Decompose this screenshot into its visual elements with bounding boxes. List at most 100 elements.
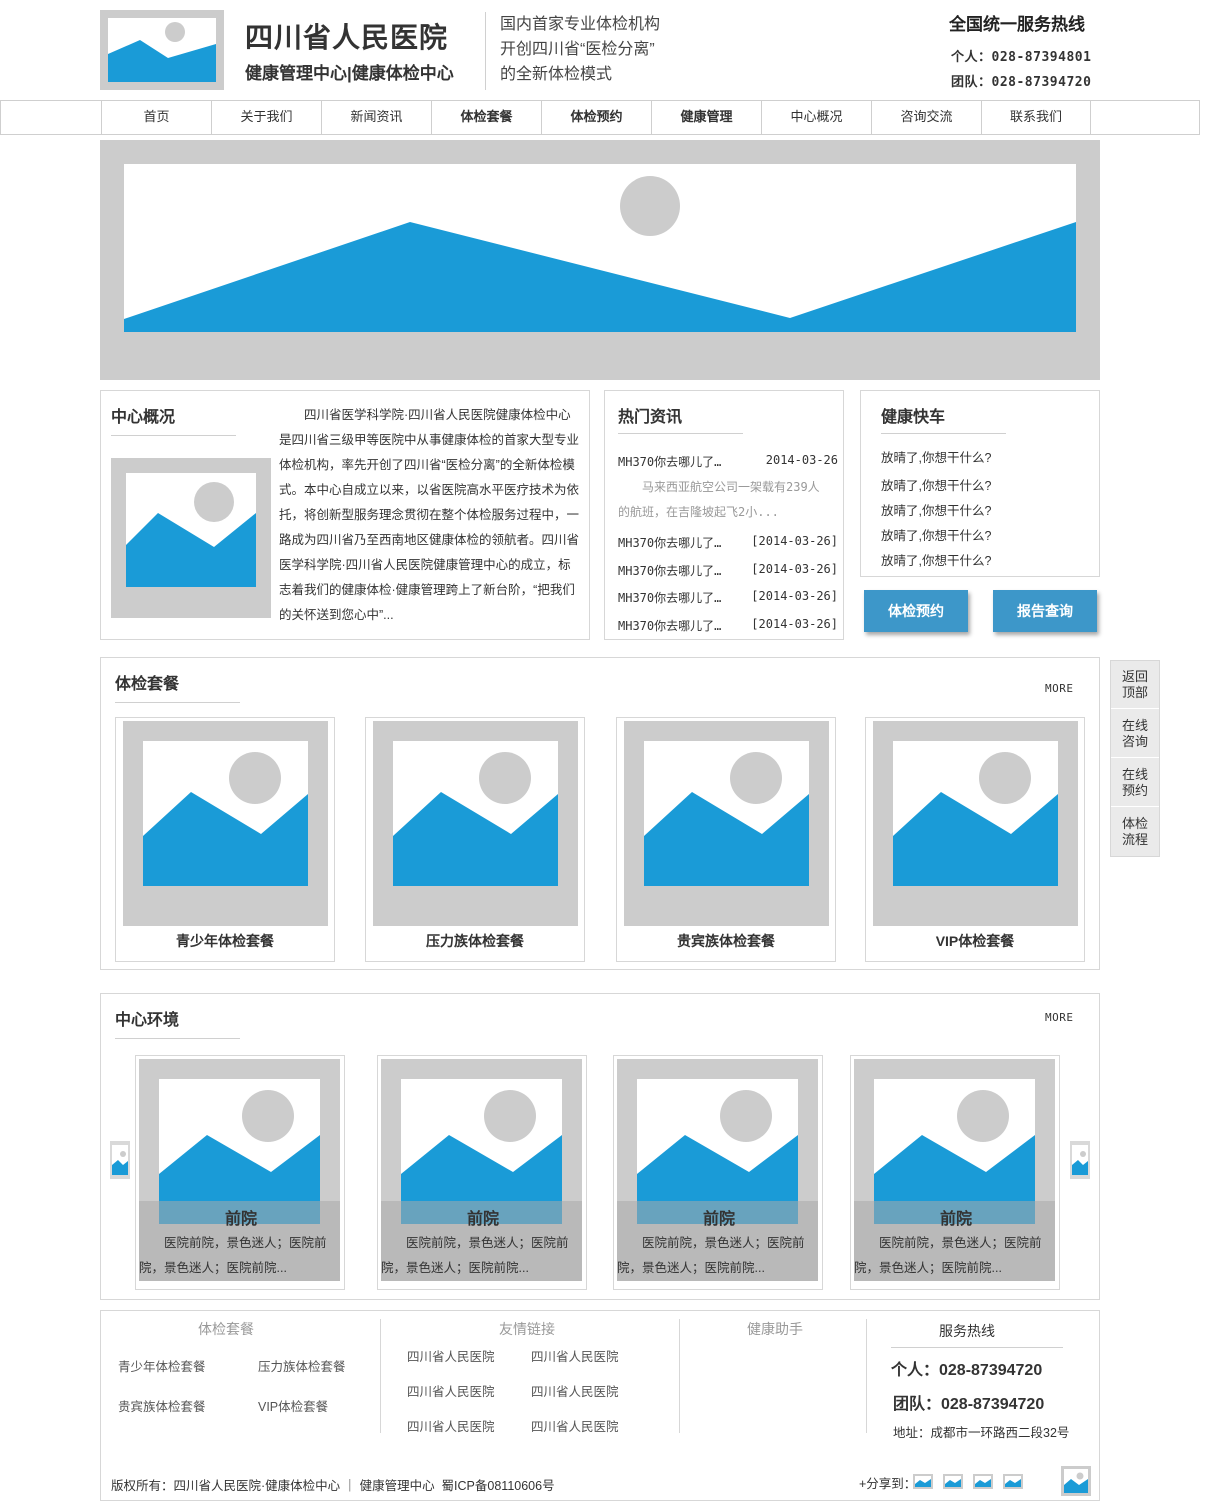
title-underline [618, 433, 743, 434]
nav-booking[interactable]: 体检预约 [541, 100, 651, 135]
banner-image[interactable] [100, 140, 1100, 380]
footer-col-title: 健康助手 [747, 1321, 803, 1337]
express-title: 健康快车 [881, 409, 946, 426]
logo-image [100, 10, 224, 90]
news-item[interactable]: MH370你去哪儿了… [2014-03-26] [618, 589, 838, 606]
nav-about[interactable]: 关于我们 [211, 100, 321, 135]
environment-section: 中心环境 MORE 前院 医院前院，景色迷人；医院前院，景色迷人；医院前院... [100, 993, 1100, 1300]
package-card[interactable]: 贵宾族体检套餐 [616, 717, 836, 962]
news-section: 热门资讯 MH370你去哪儿了… 2014-03-26 马来西亚航空公司一架载有… [604, 390, 844, 640]
environment-title: 中心环境 [115, 1012, 180, 1029]
share-icon[interactable] [913, 1474, 933, 1489]
footer-divider [380, 1319, 381, 1433]
express-item[interactable]: 放晴了,你想干什么? [881, 500, 991, 519]
package-card[interactable]: VIP体检套餐 [865, 717, 1085, 962]
carousel-prev-arrow[interactable] [110, 1141, 130, 1179]
title-underline [111, 435, 236, 436]
environment-caption-title: 前院 [702, 1211, 735, 1228]
news-item[interactable]: MH370你去哪儿了… [2014-03-26] [618, 562, 838, 579]
hotline-title: 全国统一服务热线 [949, 15, 1085, 34]
environment-card[interactable]: 前院 医院前院，景色迷人；医院前院，景色迷人；医院前院... [377, 1055, 587, 1290]
checkup-process-button[interactable]: 体检 流程 [1111, 808, 1159, 856]
package-label: 青少年体检套餐 [176, 933, 274, 949]
caption: 前院 医院前院，景色迷人；医院前院，景色迷人；医院前院... [378, 1201, 588, 1281]
share-label: +分享到： [859, 1477, 917, 1491]
environment-card[interactable]: 前院 医院前院，景色迷人；医院前院，景色迷人；医院前院... [613, 1055, 823, 1290]
express-item[interactable]: 放晴了,你想干什么? [881, 475, 991, 494]
footer-link[interactable]: 青少年体检套餐 [118, 1356, 206, 1375]
footer-link[interactable]: VIP体检套餐 [258, 1396, 328, 1415]
news-item-featured[interactable]: MH370你去哪儿了… 2014-03-26 [618, 453, 838, 470]
footer-link[interactable]: 四川省人民医院 [407, 1346, 495, 1365]
personal-hotline: 个人：028-87394801 [951, 50, 1092, 65]
news-item[interactable]: MH370你去哪儿了… [2014-03-26] [618, 534, 838, 551]
share-icon[interactable] [943, 1474, 963, 1489]
share-icon[interactable] [1003, 1474, 1023, 1489]
title-underline [891, 1347, 1063, 1348]
online-consult-button[interactable]: 在线 咨询 [1111, 710, 1159, 758]
side-label: 返回 顶部 [1121, 669, 1148, 700]
about-section: 中心概况 四川省医学科学院·四川省人民医院健康体检中心是四川省三级甲等医院中从事… [100, 390, 590, 640]
booking-button[interactable]: 体检预约 [864, 590, 968, 632]
express-item[interactable]: 放晴了,你想干什么? [881, 447, 991, 466]
footer-link[interactable]: 压力族体检套餐 [258, 1356, 346, 1375]
environment-more-link[interactable]: MORE [1045, 1011, 1074, 1024]
environment-caption-title: 前院 [466, 1211, 499, 1228]
news-item-title: MH370你去哪儿了… [618, 455, 722, 469]
environment-caption-text: 医院前院，景色迷人；医院前院，景色迷人；医院前院... [381, 1236, 569, 1275]
package-image [873, 721, 1078, 926]
header-divider [485, 12, 486, 90]
nav-news[interactable]: 新闻资讯 [321, 100, 431, 135]
nav-contact[interactable]: 联系我们 [981, 100, 1091, 135]
share-icon[interactable] [973, 1474, 993, 1489]
hospital-name: 四川省人民医院 [245, 22, 449, 53]
environment-caption-text: 医院前院，景色迷人；医院前院，景色迷人；医院前院... [854, 1236, 1042, 1275]
nav-health-management[interactable]: 健康管理 [651, 100, 761, 135]
news-item-date: [2014-03-26] [751, 534, 838, 548]
environment-caption-title: 前院 [939, 1211, 972, 1228]
package-label: VIP体检套餐 [935, 933, 1015, 949]
express-item[interactable]: 放晴了,你想干什么? [881, 550, 991, 569]
news-summary: 马来西亚航空公司一架载有239人的航班，在吉隆坡起飞2小... [618, 480, 820, 519]
footer-link[interactable]: 贵宾族体检套餐 [118, 1396, 206, 1415]
main-nav: 首页 关于我们 新闻资讯 体检套餐 体检预约 健康管理 中心概况 咨询交流 联系… [0, 100, 1200, 135]
image-placeholder-icon [975, 1476, 991, 1487]
image-placeholder-icon [126, 473, 256, 587]
image-placeholder-icon [108, 18, 216, 82]
express-item[interactable]: 放晴了,你想干什么? [881, 525, 991, 544]
footer-personal-hotline: 个人：028-87394720 [891, 1362, 1043, 1379]
floating-side-panel: 返回 顶部 在线 咨询 在线 预约 体检 流程 [1110, 660, 1160, 857]
package-card[interactable]: 青少年体检套餐 [115, 717, 335, 962]
title-underline [115, 1038, 240, 1039]
image-placeholder-icon [915, 1476, 931, 1487]
environment-card[interactable]: 前院 医院前院，景色迷人；医院前院，景色迷人；医院前院... [135, 1055, 345, 1290]
packages-more-link[interactable]: MORE [1045, 682, 1074, 695]
package-card[interactable]: 压力族体检套餐 [365, 717, 585, 962]
footer-link[interactable]: 四川省人民医院 [531, 1381, 619, 1400]
footer-team-hotline: 团队：028-87394720 [893, 1396, 1045, 1413]
slogan-line: 开创四川省“医检分离” [500, 41, 655, 58]
image-placeholder-icon [124, 164, 1076, 332]
online-booking-button[interactable]: 在线 预约 [1111, 759, 1159, 807]
carousel-next-arrow[interactable] [1070, 1141, 1090, 1179]
news-item-title: MH370你去哪儿了… [618, 564, 722, 578]
environment-card[interactable]: 前院 医院前院，景色迷人；医院前院，景色迷人；医院前院... [850, 1055, 1060, 1290]
team-hotline: 团队：028-87394720 [951, 75, 1092, 90]
report-query-button[interactable]: 报告查询 [993, 590, 1097, 632]
nav-home[interactable]: 首页 [101, 100, 211, 135]
footer-links: 体检套餐 青少年体检套餐 压力族体检套餐 贵宾族体检套餐 VIP体检套餐 友情链… [100, 1310, 1100, 1462]
news-item[interactable]: MH370你去哪儿了… [2014-03-26] [618, 617, 838, 634]
about-text: 四川省医学科学院·四川省人民医院健康体检中心是四川省三级甲等医院中从事健康体检的… [279, 408, 580, 622]
footer-link[interactable]: 四川省人民医院 [531, 1346, 619, 1365]
footer-link[interactable]: 四川省人民医院 [407, 1381, 495, 1400]
news-item-title: MH370你去哪儿了… [618, 536, 722, 550]
packages-title: 体检套餐 [115, 676, 180, 693]
packages-section: 体检套餐 MORE 青少年体检套餐 压力族体检套餐 贵宾族体检套餐 VIP体检套… [100, 657, 1100, 970]
nav-packages[interactable]: 体检套餐 [431, 100, 541, 135]
footer-link[interactable]: 四川省人民医院 [531, 1416, 619, 1435]
nav-overview[interactable]: 中心概况 [761, 100, 871, 135]
footer-link[interactable]: 四川省人民医院 [407, 1416, 495, 1435]
back-to-top-button[interactable]: 返回 顶部 [1111, 661, 1159, 709]
nav-consult[interactable]: 咨询交流 [871, 100, 981, 135]
news-item-date: [2014-03-26] [751, 562, 838, 576]
